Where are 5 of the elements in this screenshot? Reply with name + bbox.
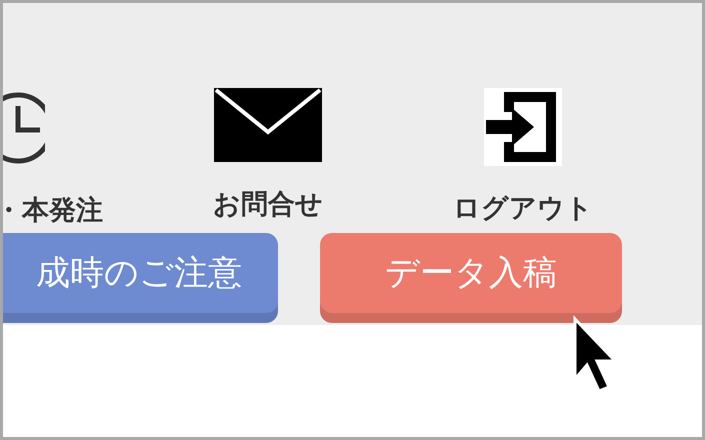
nav-label[interactable]: ログアウト <box>453 190 593 226</box>
logout-icon <box>484 88 562 166</box>
nav-label[interactable]: ・本発注 <box>3 192 103 228</box>
nav-label[interactable]: お問合せ <box>213 186 323 222</box>
envelope-icon <box>214 88 322 162</box>
